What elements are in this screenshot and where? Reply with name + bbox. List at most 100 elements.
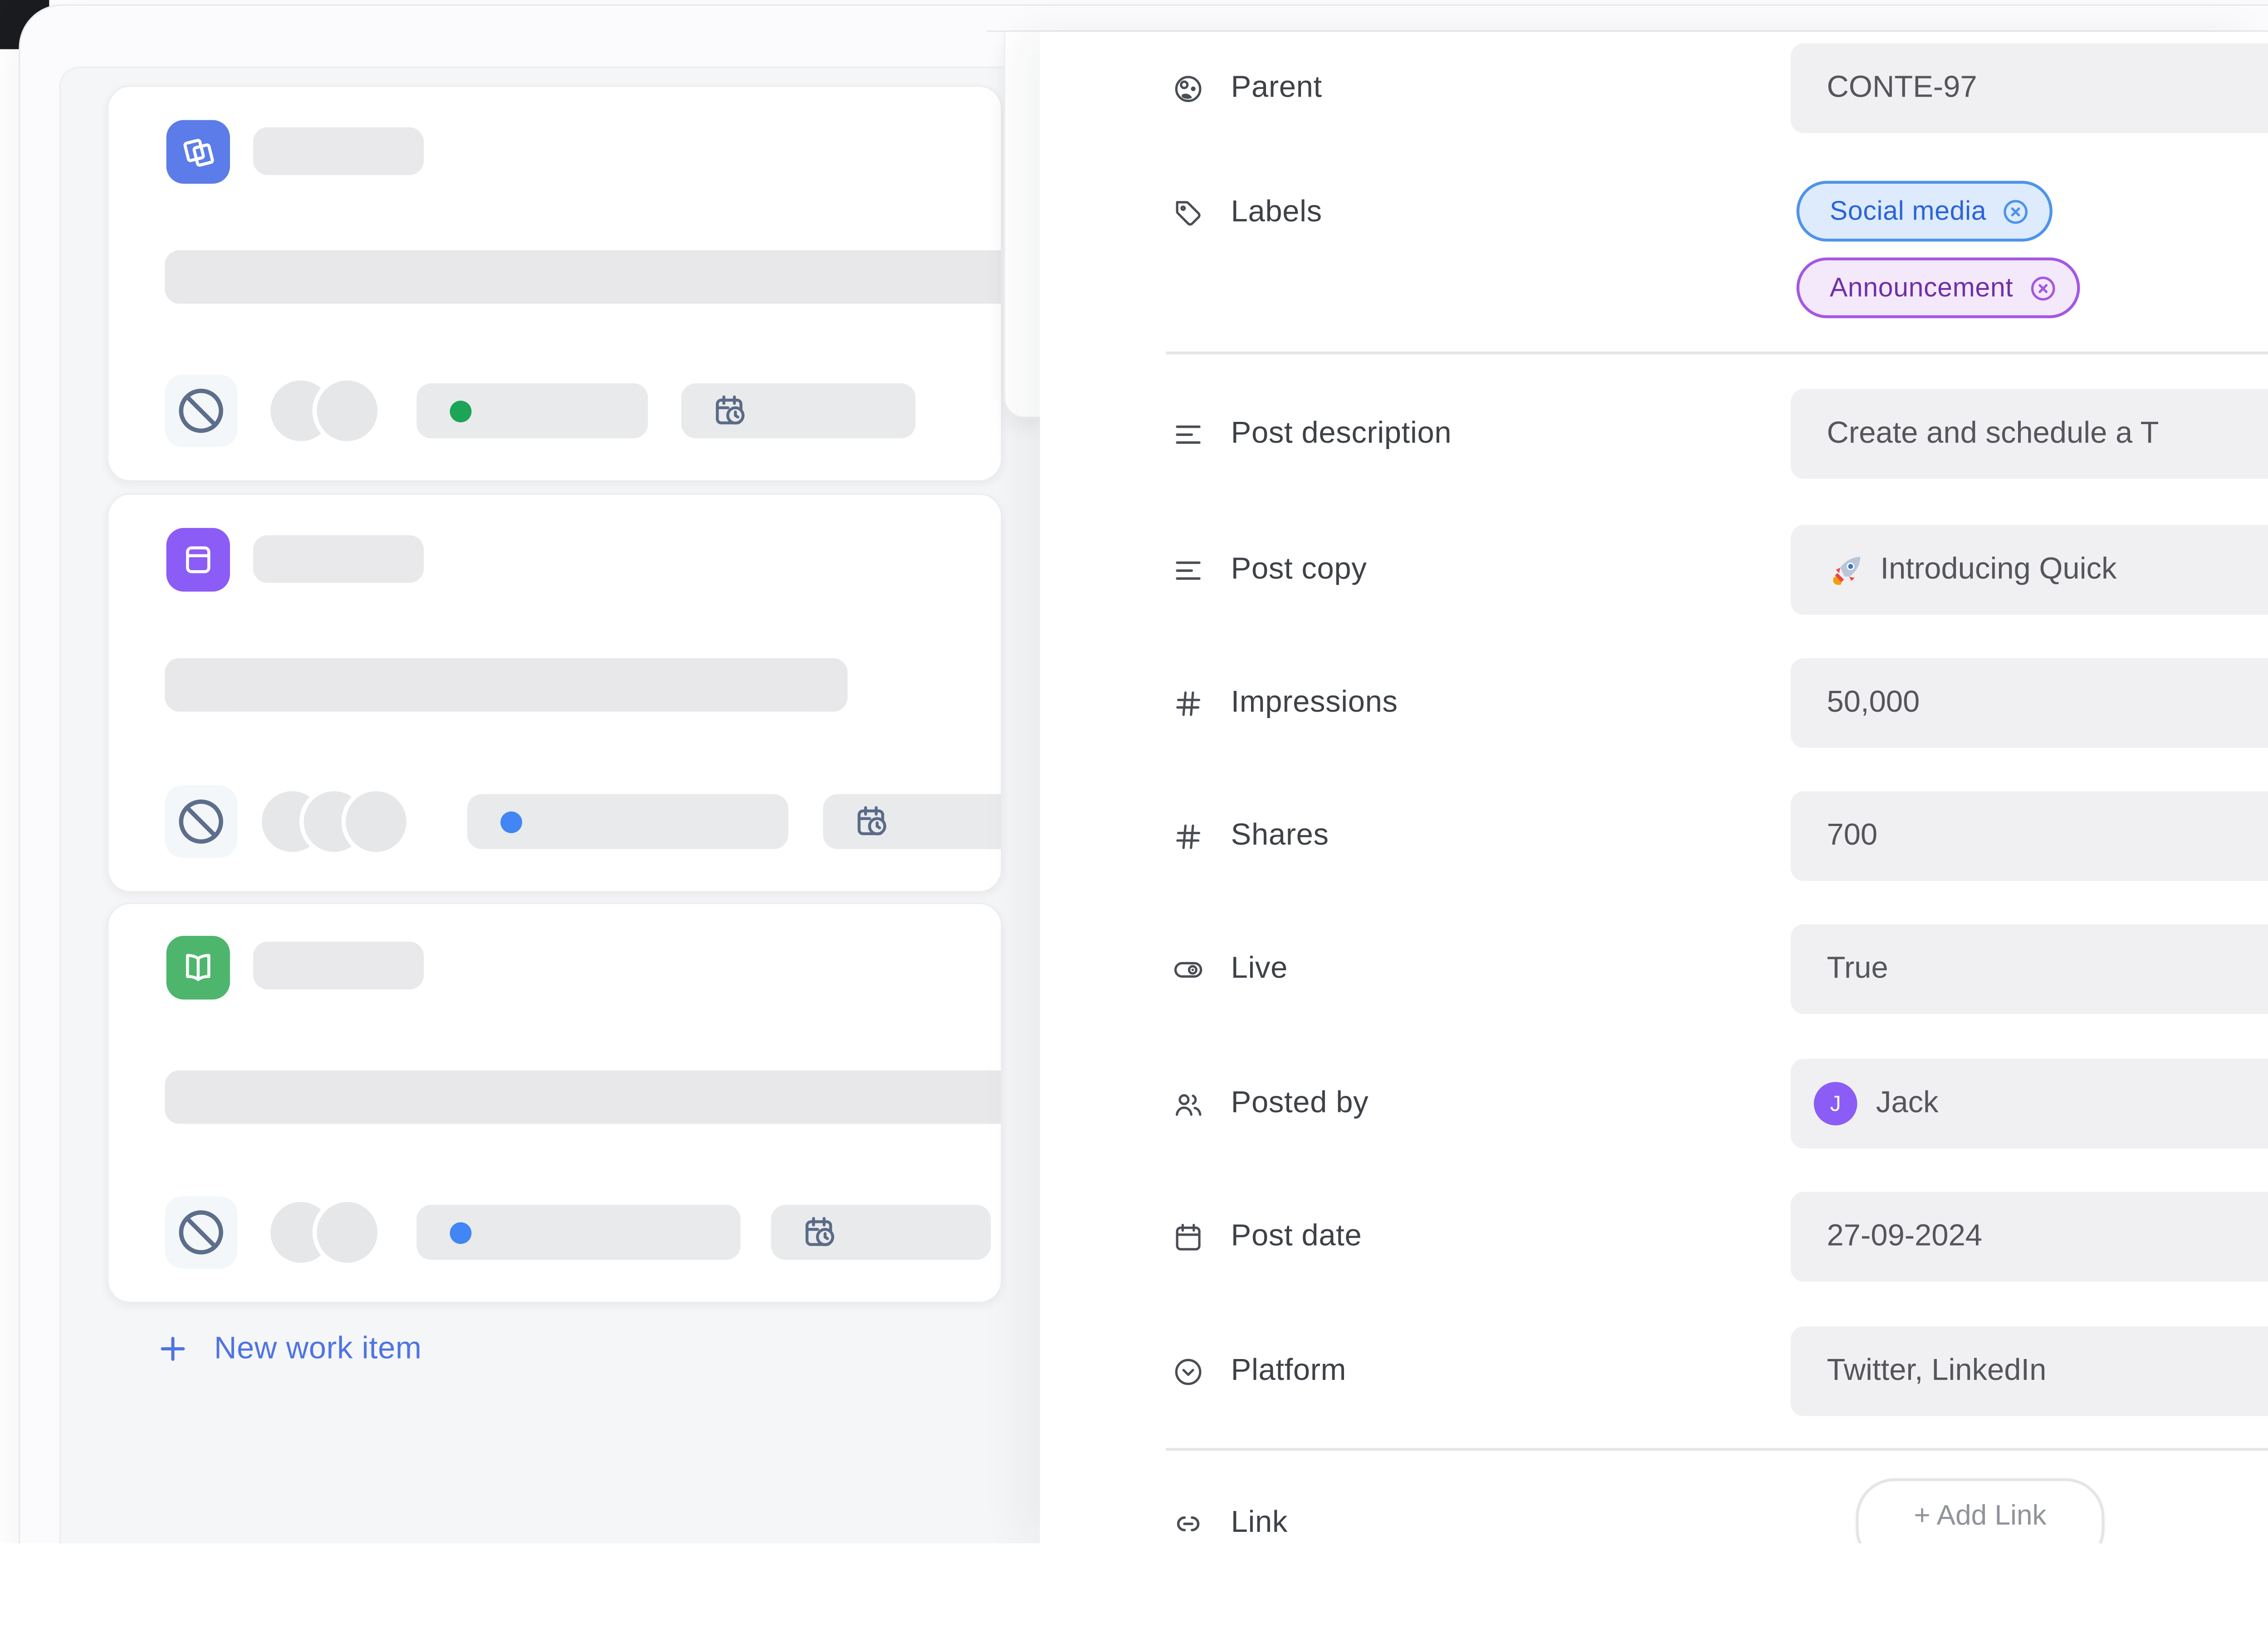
field-row-posted-by: Posted by J Jack <box>1172 1059 2268 1149</box>
hash-icon <box>1172 686 1205 719</box>
field-label-text: Parent <box>1231 71 1322 106</box>
skeleton-title <box>253 535 424 583</box>
shares-value[interactable]: 700 <box>1791 791 2268 881</box>
skeleton-line <box>165 1071 1002 1124</box>
impressions-value[interactable]: 50,000 <box>1791 658 2268 748</box>
calendar-clock-icon <box>853 802 892 841</box>
add-link-label: + Add Link <box>1914 1500 2046 1544</box>
book-icon <box>166 936 230 999</box>
field-label-text: Shares <box>1231 819 1329 854</box>
field-row-live: Live True <box>1172 924 2268 1014</box>
parent-value[interactable]: CONTE-97 <box>1791 44 2268 133</box>
field-row-platform: Platform Twitter, LinkedIn <box>1172 1326 2268 1416</box>
link-icon <box>1172 1506 1205 1540</box>
live-text: True <box>1827 952 1888 987</box>
section-divider <box>1166 352 2268 354</box>
skeleton-line <box>165 658 848 712</box>
posted-by-text: Jack <box>1876 1086 1939 1121</box>
no-priority-button[interactable] <box>165 786 237 858</box>
avatar <box>342 787 411 856</box>
field-row-labels: Labels Social media Announcement <box>1172 181 2268 355</box>
label-chip-social-media[interactable]: Social media <box>1796 181 2053 242</box>
field-row-impressions: Impressions 50,000 <box>1172 658 2268 748</box>
impressions-text: 50,000 <box>1827 685 1920 720</box>
work-item-card[interactable] <box>107 903 1002 1303</box>
post-description-text: Create and schedule a T <box>1827 416 2159 451</box>
field-label-text: Platform <box>1231 1354 1346 1389</box>
hash-icon <box>1172 819 1205 852</box>
remove-label-icon[interactable] <box>2001 196 2031 226</box>
field-label-text: Link <box>1231 1506 1288 1541</box>
no-priority-button[interactable] <box>165 1196 237 1268</box>
status-pill[interactable] <box>467 794 788 849</box>
skeleton-line <box>165 250 1002 304</box>
chip-text: Social media <box>1830 195 1986 227</box>
parent-value-text: CONTE-97 <box>1827 71 1977 106</box>
status-dot-blue <box>500 811 522 832</box>
status-dot-blue <box>450 1222 472 1243</box>
tag-icon <box>1172 196 1205 229</box>
plus-icon <box>156 1332 189 1365</box>
status-pill[interactable] <box>416 1205 740 1260</box>
shares-text: 700 <box>1827 819 1877 854</box>
dropdown-circle-icon <box>1172 1354 1205 1388</box>
calendar-clock-icon <box>802 1213 841 1252</box>
field-label-text: Posted by <box>1231 1086 1369 1121</box>
posted-by-value[interactable]: J Jack <box>1791 1059 2268 1149</box>
avatar <box>313 376 382 445</box>
field-label: Labels <box>1172 181 2268 244</box>
field-row-post-date: Post date 27-09-2024 <box>1172 1192 2268 1282</box>
due-date-pill[interactable] <box>823 794 1002 849</box>
work-item-card[interactable] <box>107 493 1002 892</box>
rocket-emoji <box>1827 550 1866 589</box>
post-description-value[interactable]: Create and schedule a T <box>1791 389 2268 479</box>
toggle-icon <box>1172 953 1205 986</box>
assignee-avatar-group <box>266 1198 382 1267</box>
text-lines-icon <box>1172 417 1205 450</box>
panel-behind-sliver <box>1004 32 1041 418</box>
live-value[interactable]: True <box>1791 924 2268 1014</box>
parent-icon <box>1172 72 1205 105</box>
field-label-text: Post date <box>1231 1219 1362 1254</box>
member-chip: J Jack <box>1814 1082 1939 1125</box>
field-row-parent: Parent CONTE-97 <box>1172 44 2268 133</box>
post-date-text: 27-09-2024 <box>1827 1219 1982 1254</box>
labels-chip-list: Social media Announcement <box>1796 181 2080 318</box>
field-row-post-description: Post description Create and schedule a T <box>1172 389 2268 479</box>
platform-text: Twitter, LinkedIn <box>1827 1354 2046 1389</box>
new-work-item-label: New work item <box>214 1331 422 1367</box>
work-item-card[interactable] <box>107 85 1002 482</box>
field-label-text: Impressions <box>1231 685 1398 720</box>
add-link-button[interactable]: + Add Link <box>1856 1478 2104 1543</box>
no-priority-button[interactable] <box>165 375 237 447</box>
due-date-pill[interactable] <box>771 1205 991 1260</box>
assignee-avatar-group <box>266 376 382 445</box>
platform-value[interactable]: Twitter, LinkedIn <box>1791 1326 2268 1416</box>
avatar <box>313 1198 382 1267</box>
ban-icon <box>174 383 229 438</box>
screenshot-root: New work item Parent CONTE-97 <box>0 0 2268 1543</box>
remove-label-icon[interactable] <box>2028 273 2058 303</box>
ban-icon <box>174 794 229 849</box>
window-icon <box>166 528 230 592</box>
status-dot-green <box>450 400 472 422</box>
field-label-text: Post copy <box>1231 552 1367 587</box>
post-date-value[interactable]: 27-09-2024 <box>1791 1192 2268 1282</box>
calendar-clock-icon <box>712 391 751 430</box>
status-pill[interactable] <box>416 383 648 438</box>
avatar-jack: J <box>1814 1082 1857 1125</box>
users-icon <box>1172 1087 1205 1120</box>
ban-icon <box>174 1205 229 1260</box>
text-lines-icon <box>1172 553 1205 587</box>
work-item-properties-panel: Parent CONTE-97 Labels Social media <box>1040 32 2268 1543</box>
due-date-pill[interactable] <box>681 383 916 438</box>
calendar-icon <box>1172 1220 1205 1253</box>
field-label-text: Post description <box>1231 416 1452 451</box>
field-label-text: Labels <box>1231 195 1322 230</box>
field-row-shares: Shares 700 <box>1172 791 2268 881</box>
skeleton-title <box>253 942 424 989</box>
chip-text: Announcement <box>1830 272 2014 303</box>
post-copy-value[interactable]: Introducing Quick <box>1791 525 2268 615</box>
new-work-item-button[interactable]: New work item <box>156 1331 421 1367</box>
label-chip-announcement[interactable]: Announcement <box>1796 258 2080 318</box>
